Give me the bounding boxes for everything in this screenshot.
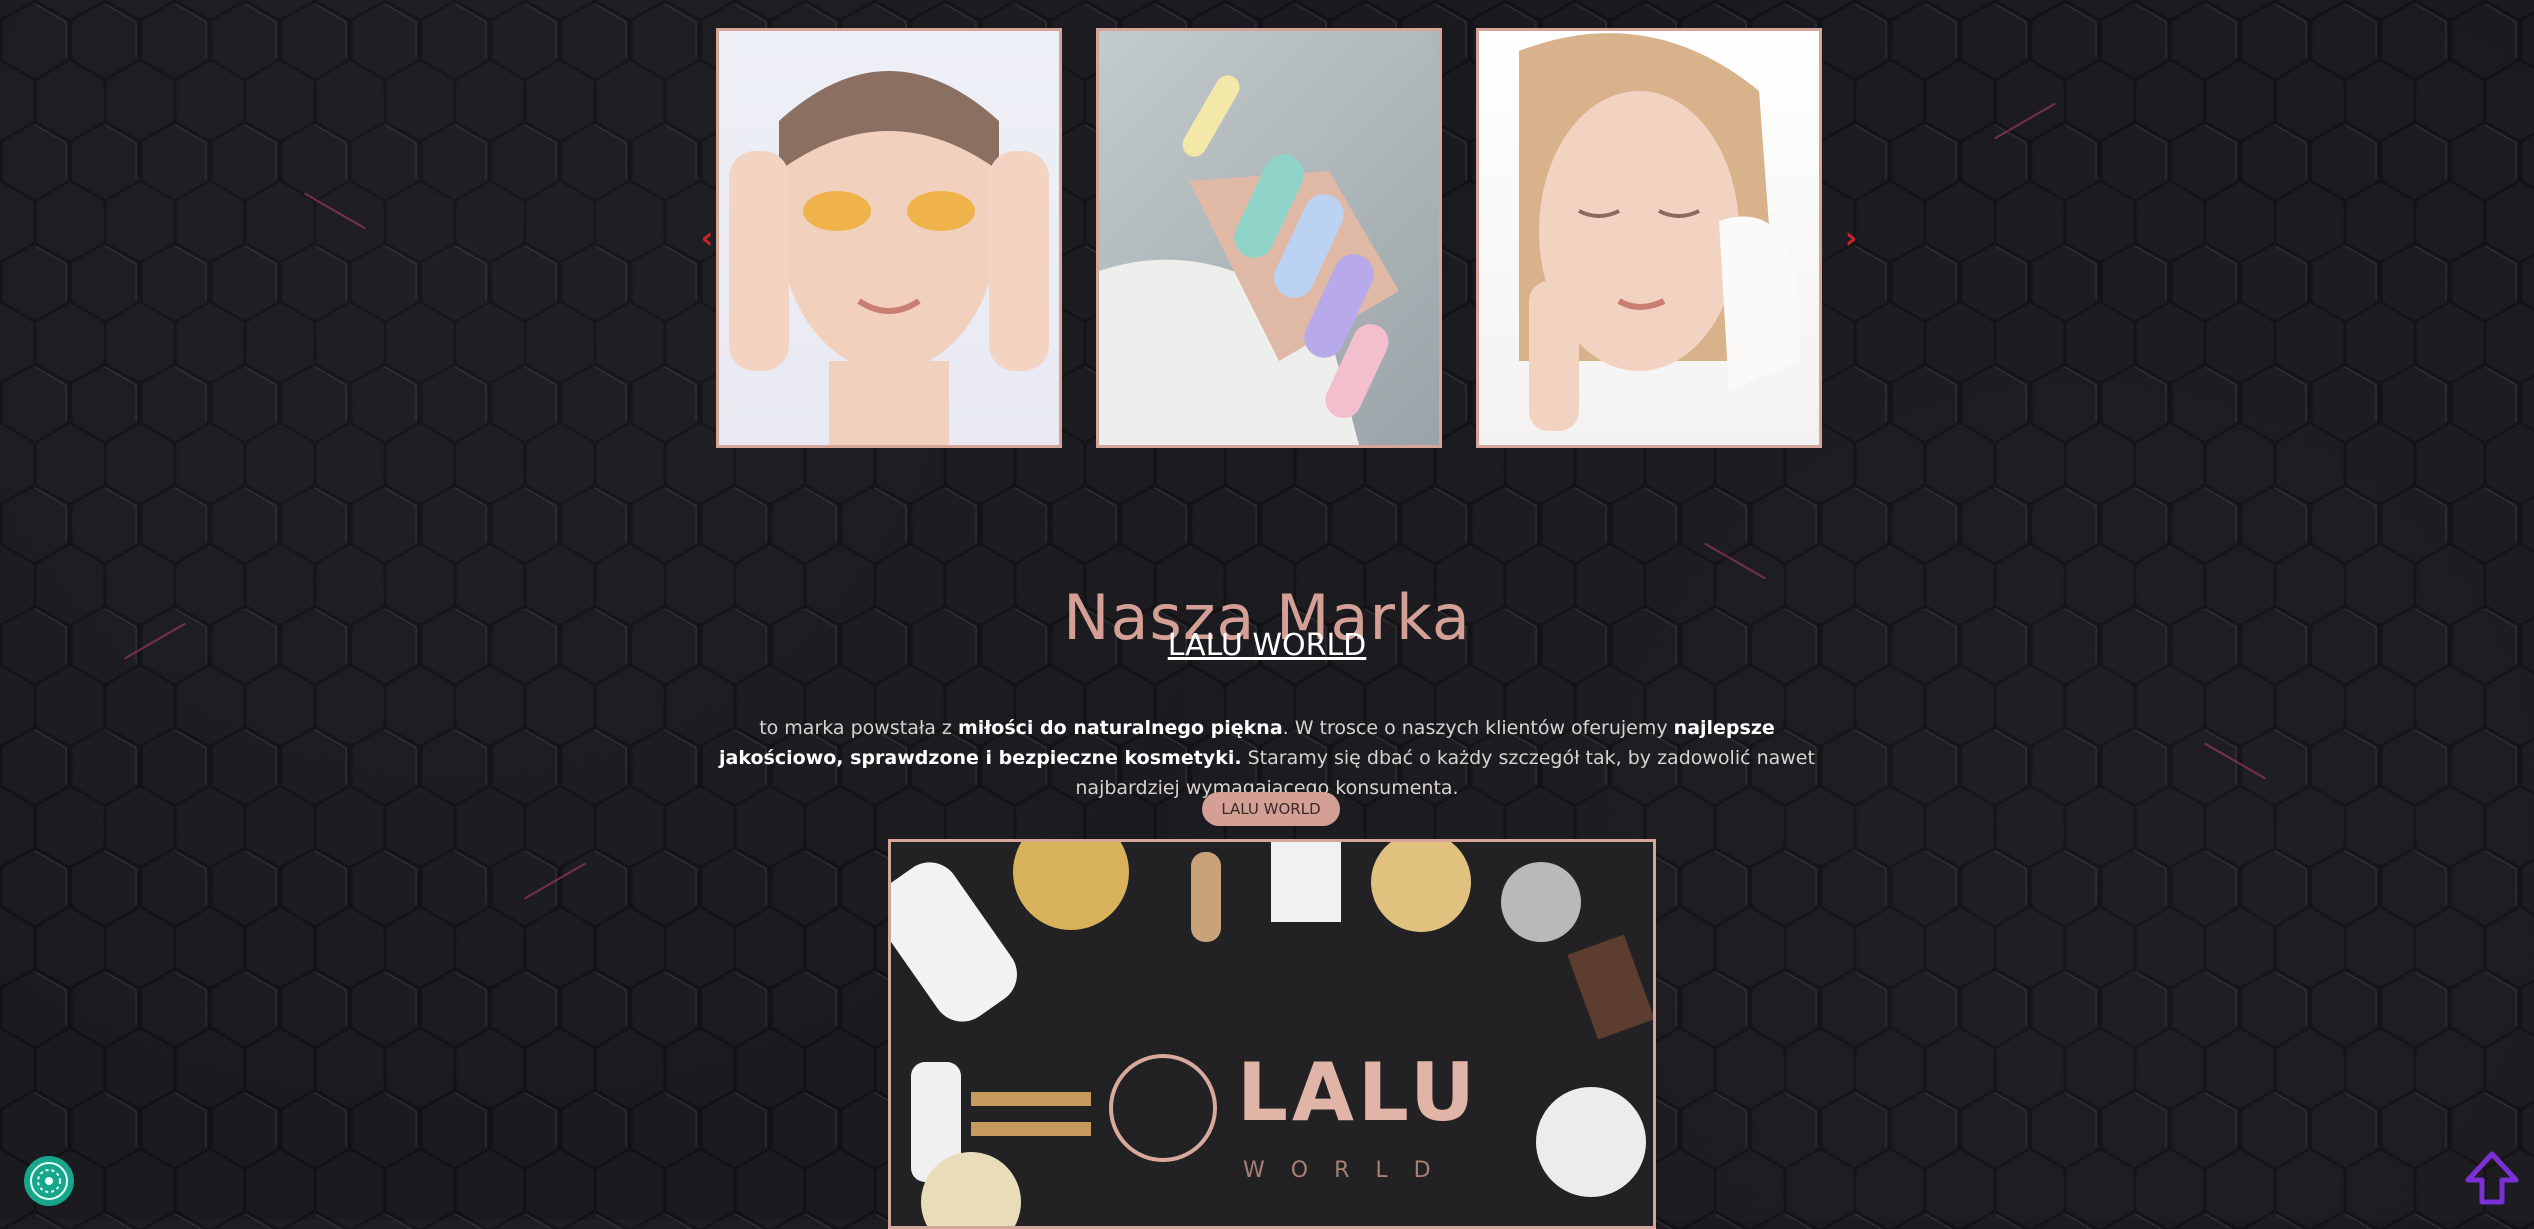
desc-bold: miłości do naturalnego piękna <box>957 717 1283 739</box>
brand-logo-mark <box>1109 1054 1217 1162</box>
carousel-slide-towel[interactable] <box>1476 28 1822 448</box>
desc-text: to marka powstała z <box>759 717 958 739</box>
brand-logo-text: LALU <box>1237 1046 1479 1139</box>
pastel-nails-image <box>1099 75 1399 445</box>
woman-towel-image <box>1519 33 1800 431</box>
carousel-slide-eye-patches[interactable] <box>716 28 1062 448</box>
arrow-up-icon <box>2465 1151 2519 1205</box>
carousel-next-button[interactable]: › <box>1834 222 1868 256</box>
brand-link[interactable]: LALU WORLD <box>0 628 2534 663</box>
brand-banner: LALU WORLD <box>888 839 1656 1229</box>
brand-description: to marka powstała z miłości do naturalne… <box>715 713 1819 803</box>
chat-icon <box>30 1162 68 1200</box>
lalu-world-button[interactable]: LALU WORLD <box>1202 792 1340 826</box>
woman-eye-patches-image <box>729 71 1049 445</box>
chat-button[interactable] <box>24 1156 74 1206</box>
chevron-right-icon: › <box>1844 221 1858 256</box>
desc-text: . W trosce o naszych klientów oferujemy <box>1282 717 1674 739</box>
brand-logo-subtext: WORLD <box>1243 1158 1457 1183</box>
chevron-left-icon: ‹ <box>700 221 714 256</box>
scroll-to-top-button[interactable] <box>2464 1150 2520 1206</box>
carousel-slide-nails[interactable] <box>1096 28 1442 448</box>
image-carousel: ‹ › <box>690 26 1857 454</box>
